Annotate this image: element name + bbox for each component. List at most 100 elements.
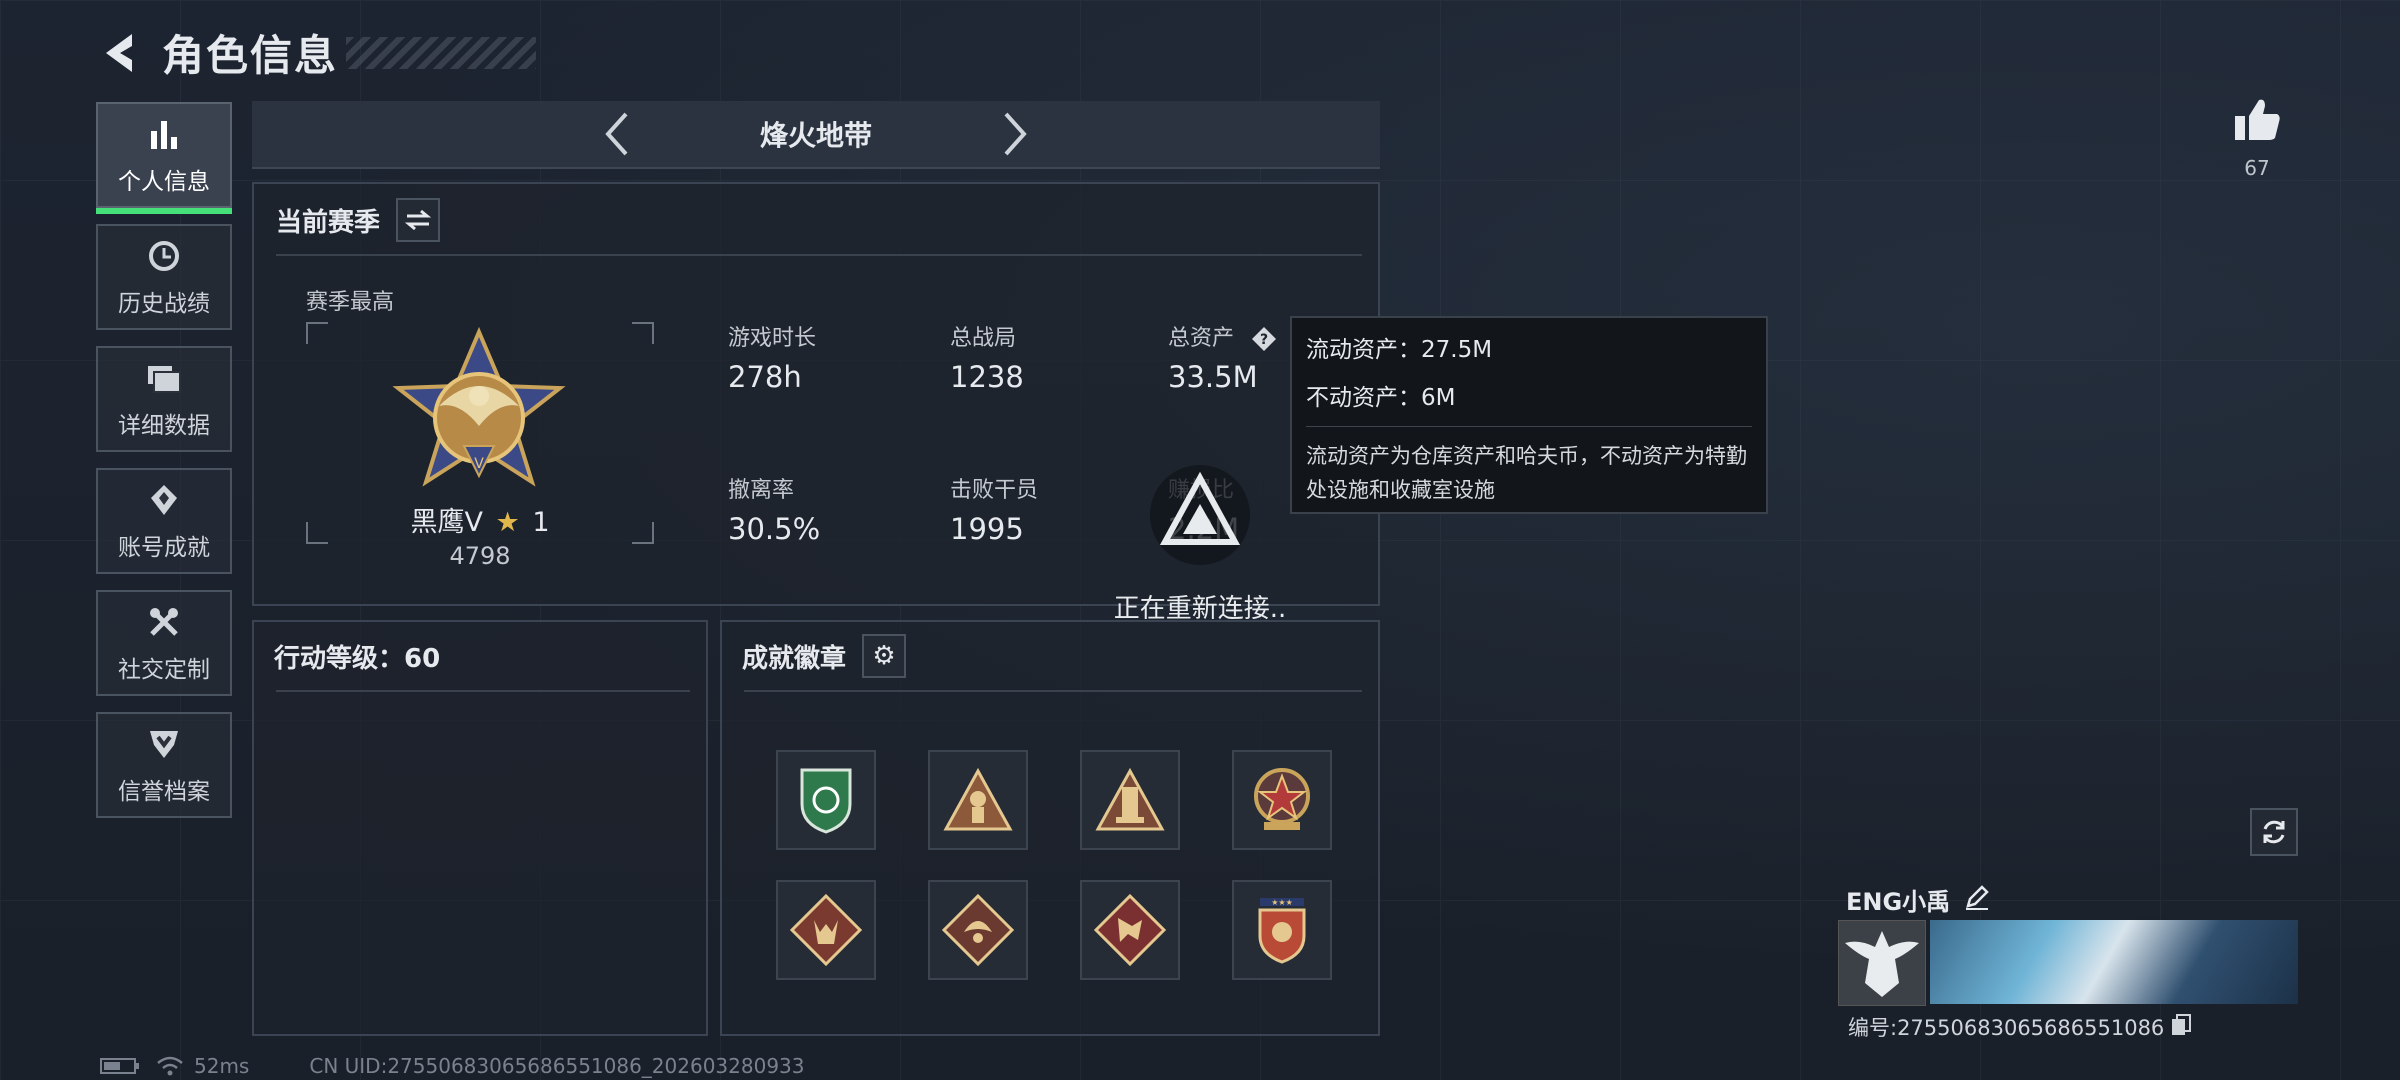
badge-item[interactable] — [776, 750, 876, 850]
stat-value: 33.5M — [1168, 360, 1258, 394]
mode-prev-button[interactable] — [596, 104, 636, 164]
battery-icon — [100, 1058, 139, 1074]
badge-panel: 成就徽章 ⚙ ★★★ — [720, 620, 1380, 1036]
tools-icon — [144, 602, 184, 642]
stat-total-assets: 总资产 ? 33.5M — [1168, 320, 1277, 394]
sidebar-item-label: 信誉档案 — [118, 779, 210, 805]
sidebar-item-achievements[interactable]: 账号成就 — [96, 468, 232, 574]
like-button[interactable]: 67 — [2232, 96, 2282, 180]
badge-item[interactable] — [776, 880, 876, 980]
badge-item[interactable] — [928, 880, 1028, 980]
reconnect-text: 正在重新连接.. — [1113, 594, 1287, 624]
assets-tooltip: 流动资产：27.5M 不动资产：6M 流动资产为仓库资产和哈夫币，不动资产为特勤… — [1290, 316, 1768, 514]
sidebar-item-reputation[interactable]: 信誉档案 — [96, 712, 232, 818]
loading-triangle-icon — [1150, 465, 1250, 565]
rank-score: 4798 — [449, 542, 511, 570]
shield-medal-icon: ★★★ — [1258, 898, 1306, 964]
sidebar-item-label: 详细数据 — [118, 413, 210, 439]
title-decoration — [346, 36, 537, 69]
gear-icon: ⚙ — [872, 641, 896, 671]
tooltip-description: 流动资产为仓库资产和哈夫币，不动资产为特勤处设施和收藏室设施 — [1306, 444, 1747, 502]
back-arrow-icon — [106, 33, 132, 72]
eagle-emblem-icon — [1845, 931, 1919, 997]
sidebar-item-label: 账号成就 — [118, 535, 210, 561]
status-bar: 52ms CN UID:2755068306568655108​6_202603… — [100, 1054, 805, 1078]
copy-icon[interactable] — [2170, 1013, 2192, 1042]
player-name-row: ENG小禹 — [1846, 882, 1990, 917]
avatar[interactable] — [1838, 920, 1926, 1006]
stat-kills: 击败干员 1995 — [950, 472, 1038, 546]
divider — [744, 690, 1362, 692]
stat-value: 30.5% — [728, 512, 821, 546]
uid-text: CN UID:2755068306568655108​6_20260328093… — [309, 1054, 805, 1078]
stat-playtime: 游戏时长 278h — [728, 320, 816, 394]
level-panel: 行动等级：60 — [252, 620, 708, 1036]
wolf-badge-icon — [789, 893, 863, 967]
tower-badge-icon — [1095, 767, 1165, 831]
badge-item[interactable] — [1080, 750, 1180, 850]
sidebar-item-history[interactable]: 历史战绩 — [96, 224, 232, 330]
stat-label: 撤离率 — [728, 478, 795, 503]
like-count: 67 — [2244, 156, 2270, 180]
tooltip-fixed-assets: 不动资产：6M — [1306, 385, 1456, 411]
edit-icon[interactable] — [1964, 884, 1990, 916]
stat-label: 总资产 — [1168, 326, 1235, 351]
shield-badge-icon — [800, 768, 852, 834]
clock-icon — [144, 236, 184, 276]
folder-icon — [144, 358, 184, 398]
reconnect-indicator: 正在重新连接.. — [1080, 460, 1320, 625]
player-banner[interactable] — [1930, 920, 2298, 1004]
level-title: 行动等级：60 — [274, 644, 441, 674]
sidebar-item-details[interactable]: 详细数据 — [96, 346, 232, 452]
tooltip-divider — [1306, 426, 1752, 427]
star-icon: ★ — [495, 507, 520, 538]
stat-label-row: 总资产 ? — [1168, 320, 1277, 352]
stat-extract-rate: 撤离率 30.5% — [728, 472, 820, 546]
badge-item[interactable] — [1232, 750, 1332, 850]
sidebar-item-label: 社交定制 — [118, 657, 210, 683]
achievement-icon — [144, 480, 184, 520]
svg-text:?: ? — [1260, 332, 1268, 348]
rank-name-row: 黑鹰V ★ 1 — [306, 500, 654, 539]
refresh-button[interactable] — [2250, 808, 2298, 856]
mode-title: 烽火地带 — [759, 119, 872, 152]
stat-value: 1995 — [950, 512, 1024, 546]
ping-text: 52ms — [194, 1054, 250, 1078]
stat-value: 278h — [728, 360, 802, 394]
player-name: ENG小禹 — [1846, 888, 1951, 916]
mode-selector: 烽火地带 — [252, 101, 1380, 169]
rank-name: 黑鹰V — [410, 507, 483, 538]
sidebar-item-label: 历史战绩 — [118, 291, 210, 317]
stat-value: 1238 — [950, 360, 1024, 394]
player-id-row: 编号:2755068306568655108​6 — [1848, 1012, 2192, 1042]
dragon-badge-icon — [941, 893, 1015, 967]
header: 角色信息 — [96, 22, 537, 83]
svg-text:★★★: ★★★ — [1271, 898, 1293, 907]
badge-item[interactable] — [928, 750, 1028, 850]
shield-down-icon — [144, 724, 184, 764]
chevron-right-icon — [1004, 112, 1027, 156]
badge-item[interactable] — [1080, 880, 1180, 980]
tooltip-liquid-assets: 流动资产：27.5M — [1306, 337, 1493, 363]
rank-stars: 1 — [532, 507, 550, 538]
mode-next-button[interactable] — [996, 104, 1036, 164]
thumbs-up-icon — [2235, 99, 2280, 140]
stat-label: 击败干员 — [950, 478, 1039, 503]
help-icon[interactable]: ? — [1251, 326, 1277, 352]
divider — [276, 690, 690, 692]
runner-badge-icon — [1093, 893, 1167, 967]
sidebar-item-personal-info[interactable]: 个人信息 — [96, 102, 232, 214]
sidebar-item-social[interactable]: 社交定制 — [96, 590, 232, 696]
star-medal-icon — [1254, 768, 1310, 830]
stat-label: 游戏时长 — [728, 326, 817, 351]
stat-total-matches: 总战局 1238 — [950, 320, 1024, 394]
page-title: 角色信息 — [162, 31, 339, 80]
wifi-icon — [157, 1056, 183, 1076]
sidebar: 个人信息 历史战绩 详细数据 账号成就 社交定制 信誉档案 — [96, 102, 234, 834]
badge-settings-button[interactable]: ⚙ — [862, 634, 907, 678]
refresh-icon — [2263, 820, 2285, 844]
back-button[interactable] — [96, 26, 140, 80]
soldier-badge-icon — [943, 767, 1013, 831]
badge-item[interactable]: ★★★ — [1232, 880, 1332, 980]
player-id: 编号:2755068306568655108​6 — [1848, 1016, 2165, 1040]
